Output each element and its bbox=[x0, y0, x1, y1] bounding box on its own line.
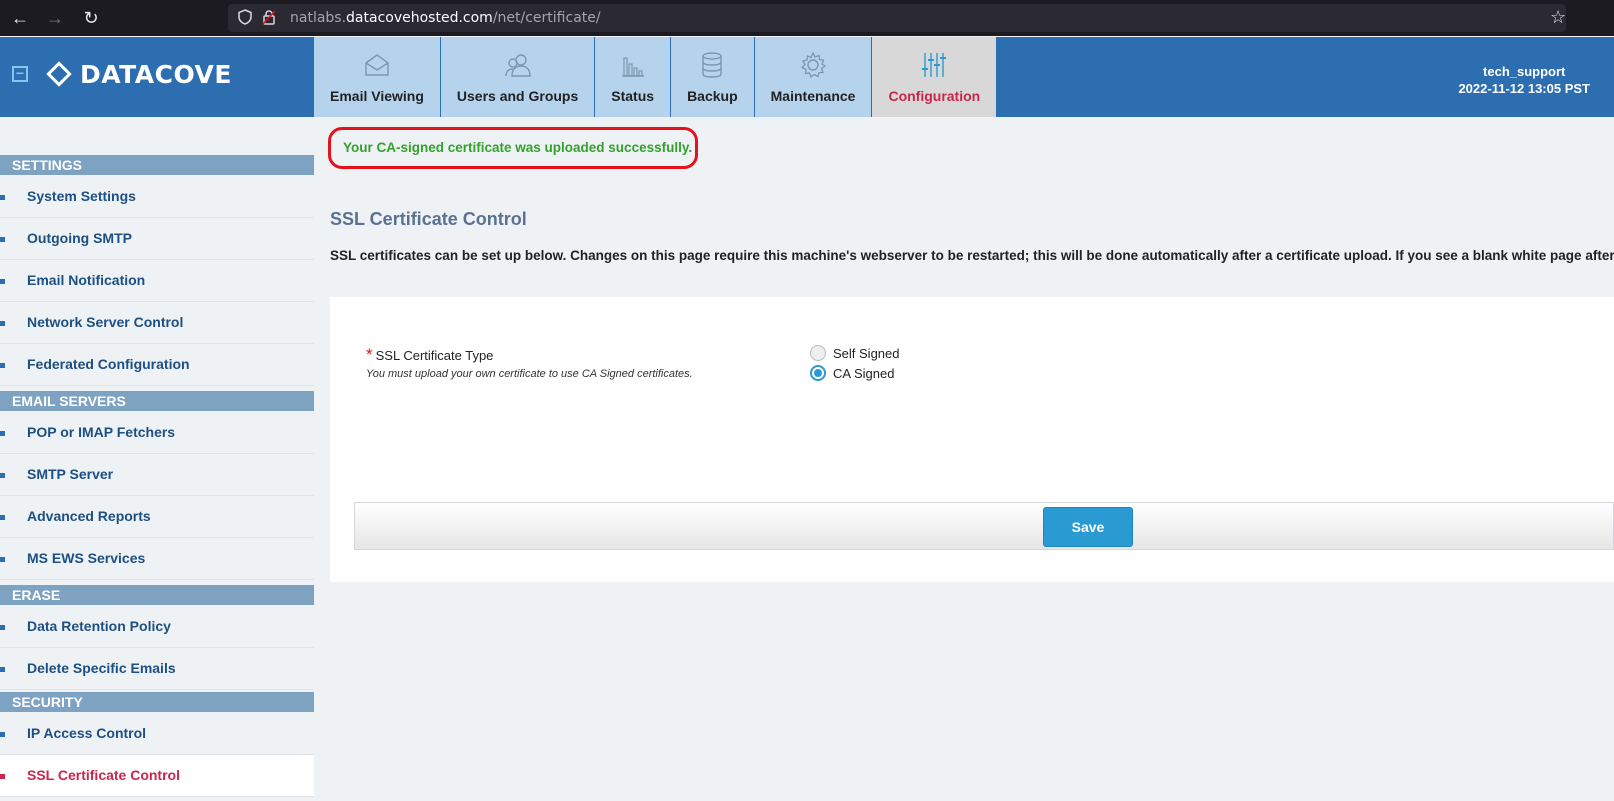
envelope-icon bbox=[362, 50, 392, 80]
sidebar-item-network-server-control[interactable]: Network Server Control bbox=[0, 302, 314, 344]
sidebar-section-security: SECURITY bbox=[0, 692, 314, 712]
bullet-icon bbox=[0, 515, 5, 520]
bullet-icon bbox=[0, 195, 5, 200]
ssl-type-help: You must upload your own certificate to … bbox=[366, 368, 693, 380]
user-info: tech_support 2022-11-12 13:05 PST bbox=[1458, 63, 1590, 97]
sidebar: SETTINGS System Settings Outgoing SMTP E… bbox=[0, 117, 314, 801]
sidebar-section-email-servers: EMAIL SERVERS bbox=[0, 391, 314, 411]
sidebar-item-smtp-server[interactable]: SMTP Server bbox=[0, 454, 314, 496]
address-bar[interactable]: natlabs.datacovehosted.com/net/certifica… bbox=[228, 4, 1566, 32]
username[interactable]: tech_support bbox=[1458, 63, 1590, 80]
sidebar-item-advanced-reports[interactable]: Advanced Reports bbox=[0, 496, 314, 538]
sidebar-item-data-retention-policy[interactable]: Data Retention Policy bbox=[0, 606, 314, 648]
shield-icon[interactable] bbox=[236, 9, 254, 27]
forward-arrow-icon[interactable]: → bbox=[44, 7, 66, 29]
sidebar-item-pop-imap-fetchers[interactable]: POP or IMAP Fetchers bbox=[0, 412, 314, 454]
certificate-form: * SSL Certificate Type You must upload yo… bbox=[330, 297, 1614, 582]
sidebar-item-ssl-certificate-control[interactable]: SSL Certificate Control bbox=[0, 755, 314, 797]
collapse-icon[interactable]: − bbox=[12, 66, 28, 82]
page-title: SSL Certificate Control bbox=[330, 209, 527, 229]
app-header: − DATACOVE Email Viewing Users and Group… bbox=[0, 37, 1614, 117]
logo-diamond-icon bbox=[46, 61, 72, 87]
bullet-icon bbox=[0, 667, 5, 672]
save-button[interactable]: Save bbox=[1043, 507, 1133, 547]
success-message: Your CA-signed certificate was uploaded … bbox=[328, 127, 698, 169]
database-icon bbox=[697, 50, 727, 80]
sidebar-item-delete-specific-emails[interactable]: Delete Specific Emails bbox=[0, 648, 314, 690]
users-icon bbox=[503, 50, 533, 80]
ssl-type-label: * SSL Certificate Type bbox=[366, 345, 494, 364]
bullet-icon bbox=[0, 557, 5, 562]
required-asterisk: * bbox=[366, 345, 373, 364]
tab-configuration[interactable]: Configuration bbox=[872, 37, 998, 117]
bullet-icon bbox=[0, 363, 5, 368]
bullet-icon bbox=[0, 279, 5, 284]
tab-maintenance[interactable]: Maintenance bbox=[754, 37, 873, 117]
main-content: Your CA-signed certificate was uploaded … bbox=[314, 117, 1614, 801]
bullet-icon bbox=[0, 625, 5, 630]
sidebar-item-ip-access-control[interactable]: IP Access Control bbox=[0, 713, 314, 755]
page-description: SSL certificates can be set up below. Ch… bbox=[330, 248, 1614, 263]
radio-ca-signed[interactable]: CA Signed bbox=[810, 363, 894, 383]
lock-icon[interactable] bbox=[260, 9, 278, 27]
gear-icon bbox=[798, 50, 828, 80]
back-arrow-icon[interactable]: ← bbox=[9, 7, 31, 29]
tab-status[interactable]: Status bbox=[595, 37, 672, 117]
bullet-icon bbox=[0, 774, 5, 779]
url-text[interactable]: natlabs.datacovehosted.com/net/certifica… bbox=[290, 10, 601, 26]
sidebar-item-federated-configuration[interactable]: Federated Configuration bbox=[0, 344, 314, 386]
tab-email-viewing[interactable]: Email Viewing bbox=[314, 37, 441, 117]
bullet-icon bbox=[0, 237, 5, 242]
sliders-icon bbox=[919, 50, 949, 80]
bullet-icon bbox=[0, 732, 5, 737]
main-nav-tabs: Email Viewing Users and Groups Status Ba… bbox=[314, 37, 998, 117]
bullet-icon bbox=[0, 473, 5, 478]
tab-backup[interactable]: Backup bbox=[671, 37, 755, 117]
bullet-icon bbox=[0, 431, 5, 436]
server-datetime: 2022-11-12 13:05 PST bbox=[1458, 81, 1590, 96]
sidebar-section-settings: SETTINGS bbox=[0, 155, 314, 175]
radio-button-checked[interactable] bbox=[810, 365, 826, 381]
sidebar-section-erase: ERASE bbox=[0, 585, 314, 605]
reload-icon[interactable]: ↻ bbox=[80, 7, 102, 29]
radio-self-signed[interactable]: Self Signed bbox=[810, 343, 900, 363]
browser-toolbar: ← → ↻ natlabs.datacovehosted.com/net/cer… bbox=[0, 0, 1614, 36]
bookmark-star-icon[interactable]: ☆ bbox=[1550, 6, 1566, 28]
sidebar-item-outgoing-smtp[interactable]: Outgoing SMTP bbox=[0, 218, 314, 260]
logo[interactable]: DATACOVE bbox=[46, 59, 232, 89]
form-actions: Save bbox=[354, 502, 1614, 550]
radio-button[interactable] bbox=[810, 345, 826, 361]
bullet-icon bbox=[0, 321, 5, 326]
sidebar-item-email-notification[interactable]: Email Notification bbox=[0, 260, 314, 302]
tab-users-and-groups[interactable]: Users and Groups bbox=[440, 37, 596, 117]
sidebar-item-system-settings[interactable]: System Settings bbox=[0, 176, 314, 218]
sidebar-item-ms-ews-services[interactable]: MS EWS Services bbox=[0, 538, 314, 580]
bar-chart-icon bbox=[618, 50, 648, 80]
